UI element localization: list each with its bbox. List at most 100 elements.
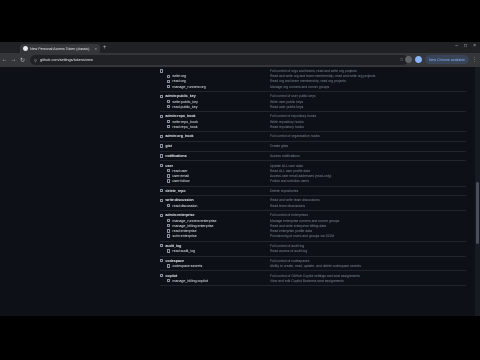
scope-checkbox[interactable] xyxy=(167,218,171,223)
scope-checkbox[interactable] xyxy=(160,258,164,263)
scope-checkbox[interactable] xyxy=(160,94,164,99)
scope-label[interactable]: read:user xyxy=(172,169,187,173)
profile-avatar[interactable] xyxy=(414,56,422,63)
forward-icon[interactable]: → xyxy=(9,57,18,63)
scope-checkbox[interactable] xyxy=(167,79,171,84)
scope-group: admin:public_key Full control of user pub… xyxy=(160,92,466,113)
menu-icon[interactable]: ⋮ xyxy=(472,57,477,63)
scope-description: Read enterprise profile data xyxy=(270,228,312,233)
scope-label[interactable]: write:public_key xyxy=(172,100,198,104)
scope-label[interactable]: read:enterprise xyxy=(172,229,196,233)
scope-label[interactable]: gist xyxy=(165,144,171,148)
sub-scope-row: manage_billing:enterprise Read and write … xyxy=(160,223,466,228)
scope-checkbox[interactable] xyxy=(167,84,171,89)
scope-checkbox[interactable] xyxy=(160,244,164,248)
scope-label[interactable]: codespace:secrets xyxy=(172,264,202,268)
scope-label[interactable]: admin:org_hook xyxy=(165,134,193,138)
scope-label[interactable]: user xyxy=(165,164,173,168)
scope-label[interactable]: admin:enterprise xyxy=(165,213,194,217)
scope-checkbox[interactable] xyxy=(167,229,171,233)
scope-name-cell: manage_runners:enterprise xyxy=(160,219,270,223)
scope-row: admin:public_key Full control of user pub… xyxy=(160,94,466,99)
scope-checkbox[interactable] xyxy=(160,144,164,148)
close-window-icon[interactable]: × xyxy=(473,43,476,49)
scope-description: Read org and team membership, read org p… xyxy=(270,79,346,84)
scope-checkbox[interactable] xyxy=(167,224,171,228)
scope-checkbox[interactable] xyxy=(160,163,164,168)
scope-label[interactable]: scim:enterprise xyxy=(172,234,196,238)
scope-label[interactable]: write:repo_hook xyxy=(172,120,198,124)
scope-checkbox[interactable] xyxy=(167,174,171,178)
scope-checkbox[interactable] xyxy=(167,119,171,124)
scope-label[interactable]: write:org xyxy=(172,74,186,78)
scope-label[interactable]: manage_runners:enterprise xyxy=(172,219,216,223)
scope-description: Full control of user public keys xyxy=(270,94,316,99)
scope-checkbox[interactable] xyxy=(160,213,164,218)
bookmark-star-icon[interactable]: ☆ xyxy=(400,57,404,63)
scope-label[interactable]: manage_runners:org xyxy=(172,85,205,89)
sub-scope-row: write:public_key Write user public keys xyxy=(160,99,466,104)
scope-label[interactable]: notifications xyxy=(165,154,186,158)
scope-checkbox[interactable] xyxy=(167,74,171,78)
scope-checkbox[interactable] xyxy=(160,69,164,73)
scope-label[interactable]: delete_repo xyxy=(165,189,185,193)
scope-description: Provisioning of users and groups via SCI… xyxy=(270,234,335,239)
scope-checkbox[interactable] xyxy=(167,169,171,173)
scope-name-cell: write:org xyxy=(160,74,270,78)
scope-label[interactable]: user:email xyxy=(172,174,189,178)
scrollbar-thumb[interactable] xyxy=(476,182,479,244)
scope-checkbox[interactable] xyxy=(167,105,171,109)
scope-label[interactable]: user:follow xyxy=(172,179,189,183)
page-scrollbar[interactable] xyxy=(475,67,480,316)
site-info-icon[interactable]: ⚲ xyxy=(34,58,37,63)
scope-checkbox[interactable] xyxy=(167,125,171,129)
scope-checkbox[interactable] xyxy=(160,134,164,139)
maximize-icon[interactable]: □ xyxy=(464,43,467,49)
scope-label[interactable]: write:discussion xyxy=(165,198,193,202)
scope-label[interactable]: admin:repo_hook xyxy=(165,114,195,118)
update-chrome-button[interactable]: New Chrome available xyxy=(424,55,469,64)
scope-label[interactable]: read:public_key xyxy=(172,105,197,109)
scope-description: Create gists xyxy=(270,144,289,149)
scope-group: codespace Full control of codespaces codes… xyxy=(160,257,466,272)
scope-checkbox[interactable] xyxy=(167,249,171,253)
scope-checkbox[interactable] xyxy=(167,264,171,268)
sub-scope-row: read:audit_log Read access of audit log xyxy=(160,248,466,253)
scope-label[interactable]: audit_log xyxy=(165,244,181,248)
scope-description: Full control of audit log xyxy=(270,243,305,248)
scope-label[interactable]: read:org xyxy=(172,79,185,83)
scope-label[interactable]: copilot xyxy=(165,274,177,278)
scope-description: Read access of audit log xyxy=(270,248,308,253)
scope-label[interactable]: manage_billing:copilot xyxy=(172,279,208,283)
scope-checkbox[interactable] xyxy=(167,179,171,183)
tab-active[interactable]: New Personal Access Token (classic) × xyxy=(20,44,100,53)
scope-label[interactable]: read:discussion xyxy=(172,204,197,208)
back-icon[interactable]: ← xyxy=(0,57,9,63)
scope-checkbox[interactable] xyxy=(160,154,164,158)
reload-icon[interactable]: ↻ xyxy=(18,57,27,64)
scope-label[interactable]: manage_billing:enterprise xyxy=(172,224,213,228)
scope-checkbox[interactable] xyxy=(160,198,164,203)
scope-checkbox[interactable] xyxy=(167,99,171,104)
address-bar[interactable]: ⚲ github.com/settings/tokens/new ☆ xyxy=(30,55,408,65)
tab-close-icon[interactable]: × xyxy=(95,46,97,51)
scope-label[interactable]: codespace xyxy=(165,259,184,263)
scope-name-cell: read:public_key xyxy=(160,105,270,109)
scope-name-cell: admin:enterprise xyxy=(160,213,270,217)
scope-checkbox[interactable] xyxy=(160,189,164,193)
extensions-icon[interactable] xyxy=(404,56,412,63)
scope-group: gist Create gists xyxy=(160,142,466,152)
url-text[interactable]: github.com/settings/tokens/new xyxy=(40,58,397,62)
scope-checkbox[interactable] xyxy=(167,234,171,238)
scope-checkbox[interactable] xyxy=(167,203,171,208)
scope-checkbox[interactable] xyxy=(160,273,164,278)
scope-description: Read and write org and team membership, … xyxy=(270,74,376,79)
sub-scope-row: manage_billing:copilot View and edit Copi… xyxy=(160,278,466,283)
scope-checkbox[interactable] xyxy=(167,279,171,283)
minimize-icon[interactable]: – xyxy=(455,43,458,49)
new-tab-button[interactable]: + xyxy=(103,44,107,52)
scope-label[interactable]: read:repo_hook xyxy=(172,125,197,129)
scope-checkbox[interactable] xyxy=(160,114,164,119)
scope-label[interactable]: read:audit_log xyxy=(172,249,195,253)
scope-label[interactable]: admin:public_key xyxy=(165,94,195,98)
